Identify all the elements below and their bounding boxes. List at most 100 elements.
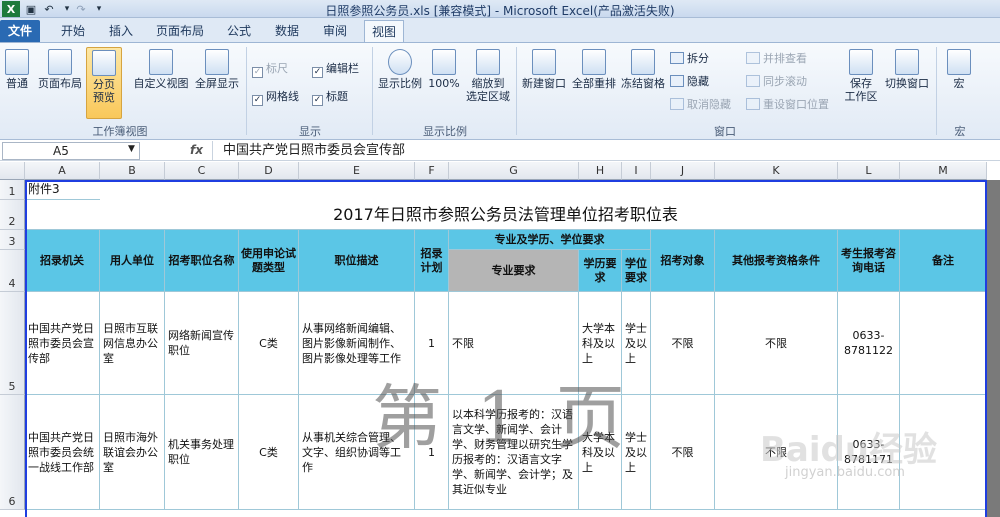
tab-2[interactable]: 插入 — [104, 20, 138, 42]
cell-target[interactable]: 不限 — [651, 395, 715, 510]
column-header[interactable]: D — [239, 162, 299, 180]
reset-window-position-button[interactable]: 重设窗口位置 — [746, 97, 829, 113]
cell-degree[interactable]: 学士及以上 — [622, 395, 651, 510]
header-position[interactable]: 招考职位名称 — [165, 230, 239, 292]
tab-6[interactable]: 审阅 — [318, 20, 352, 42]
cell-other-conditions[interactable]: 不限 — [715, 395, 838, 510]
custom-views-button[interactable]: 自定义视图 — [132, 49, 190, 90]
header-agency[interactable]: 招录机关 — [25, 230, 100, 292]
split-button[interactable]: 拆分 — [670, 51, 709, 67]
cell-position[interactable]: 机关事务处理职位 — [165, 395, 239, 510]
cell-exam-type[interactable]: C类 — [239, 292, 299, 395]
column-header[interactable]: G — [449, 162, 579, 180]
hide-button[interactable]: 隐藏 — [670, 74, 709, 90]
header-description[interactable]: 职位描述 — [299, 230, 415, 292]
tab-5[interactable]: 数据 — [270, 20, 304, 42]
row-header[interactable]: 1 — [0, 180, 25, 200]
zoom-button[interactable]: 显示比例 — [376, 49, 424, 90]
normal-view-button[interactable]: 普通 — [2, 49, 32, 90]
cell-other-conditions[interactable]: 不限 — [715, 292, 838, 395]
zoom-100-button[interactable]: 100% — [428, 49, 460, 90]
cell-education[interactable]: 大学本科及以上 — [579, 292, 622, 395]
name-box[interactable]: A5 — [2, 142, 140, 160]
tab-7[interactable]: 视图 — [364, 20, 404, 42]
row-header[interactable]: 5 — [0, 292, 25, 395]
headings-checkbox[interactable]: ✓ 标题 — [312, 89, 348, 106]
save-workspace-button[interactable]: 保存 工作区 — [842, 49, 880, 103]
freeze-panes-button[interactable]: 冻结窗格 — [620, 49, 666, 90]
insert-function-icon[interactable]: fx — [190, 143, 203, 157]
cell-target[interactable]: 不限 — [651, 292, 715, 395]
row-header[interactable]: 3 — [0, 230, 25, 250]
column-header[interactable]: B — [100, 162, 165, 180]
macros-button[interactable]: 宏 — [942, 49, 976, 90]
column-header[interactable]: H — [579, 162, 622, 180]
cell-phone[interactable]: 0633-8781122 — [838, 292, 900, 395]
header-major[interactable]: 专业要求 — [449, 250, 579, 292]
select-all-corner[interactable] — [0, 162, 25, 180]
header-target[interactable]: 招考对象 — [651, 230, 715, 292]
cell-agency[interactable]: 中国共产党日照市委员会统一战线工作部 — [25, 395, 100, 510]
column-header[interactable]: E — [299, 162, 415, 180]
switch-windows-button[interactable]: 切换窗口 — [882, 49, 932, 90]
cell-major[interactable]: 以本科学历报考的：汉语言文学、新闻学、会计学、财务管理以研究生学历报考的：汉语言… — [449, 395, 579, 510]
cell-degree[interactable]: 学士及以上 — [622, 292, 651, 395]
sync-scroll-button[interactable]: 同步滚动 — [746, 74, 807, 90]
sheet-title[interactable]: 2017年日照市参照公务员法管理单位招考职位表 — [25, 200, 987, 230]
column-header[interactable]: F — [415, 162, 449, 180]
header-phone[interactable]: 考生报考咨询电话 — [838, 230, 900, 292]
header-other-conditions[interactable]: 其他报考资格条件 — [715, 230, 838, 292]
page-break-preview-button[interactable]: 分页 预览 — [86, 47, 122, 119]
row-header[interactable]: 2 — [0, 200, 25, 230]
gridlines-checkbox[interactable]: ✓ 网格线 — [252, 89, 299, 106]
cell-description[interactable]: 从事网络新闻编辑、图片影像新闻制作、图片影像处理等工作 — [299, 292, 415, 395]
formula-bar-checkbox[interactable]: ✓ 编辑栏 — [312, 61, 359, 78]
arrange-all-button[interactable]: 全部重排 — [570, 49, 618, 90]
cell-major[interactable]: 不限 — [449, 292, 579, 395]
cell-phone[interactable]: 0633-8781171 — [838, 395, 900, 510]
cell-notes[interactable] — [900, 292, 987, 395]
cell-agency[interactable]: 中国共产党日照市委员会宣传部 — [25, 292, 100, 395]
column-header[interactable]: L — [838, 162, 900, 180]
ribbon-tabs: 文件 开始 插入 页面布局 公式 数据 审阅 视图 — [0, 18, 1000, 42]
column-header[interactable]: C — [165, 162, 239, 180]
column-header[interactable]: A — [25, 162, 100, 180]
cell-position[interactable]: 网络新闻宣传职位 — [165, 292, 239, 395]
cell-education[interactable]: 大学本科及以上 — [579, 395, 622, 510]
formula-input[interactable]: 中国共产党日照市委员会宣传部 — [212, 141, 1000, 160]
header-exam-type[interactable]: 使用申论试题类型 — [239, 230, 299, 292]
header-plan[interactable]: 招录计划 — [415, 230, 449, 292]
name-box-dropdown-icon[interactable]: ▼ — [128, 144, 135, 154]
view-side-by-side-button[interactable]: 并排查看 — [746, 51, 807, 67]
row-header[interactable]: 4 — [0, 250, 25, 292]
tab-0[interactable]: 文件 — [0, 20, 40, 42]
tab-3[interactable]: 页面布局 — [152, 20, 208, 42]
header-degree[interactable]: 学位要求 — [622, 250, 651, 292]
cell-notes[interactable] — [900, 395, 987, 510]
column-header[interactable]: J — [651, 162, 715, 180]
cell-plan[interactable]: 1 — [415, 395, 449, 510]
cell-unit[interactable]: 日照市互联网信息办公室 — [100, 292, 165, 395]
row-header[interactable]: 6 — [0, 395, 25, 510]
header-education[interactable]: 学历要求 — [579, 250, 622, 292]
cell-plan[interactable]: 1 — [415, 292, 449, 395]
ruler-checkbox[interactable]: ✓ 标尺 — [252, 61, 288, 78]
full-screen-button[interactable]: 全屏显示 — [192, 49, 242, 90]
new-window-button[interactable]: 新建窗口 — [520, 49, 568, 90]
header-notes[interactable]: 备注 — [900, 230, 987, 292]
cell-a1[interactable]: 附件3 — [25, 180, 100, 200]
column-header[interactable]: I — [622, 162, 651, 180]
tab-1[interactable]: 开始 — [56, 20, 90, 42]
column-header[interactable]: M — [900, 162, 987, 180]
header-unit[interactable]: 用人单位 — [100, 230, 165, 292]
page-layout-button[interactable]: 页面布局 — [36, 49, 84, 90]
cell-description[interactable]: 从事机关综合管理、文字、组织协调等工作 — [299, 395, 415, 510]
cell-unit[interactable]: 日照市海外联谊会办公室 — [100, 395, 165, 510]
tab-4[interactable]: 公式 — [222, 20, 256, 42]
column-header[interactable]: K — [715, 162, 838, 180]
zoom-to-selection-button[interactable]: 缩放到 选定区域 — [462, 49, 514, 103]
cell-exam-type[interactable]: C类 — [239, 395, 299, 510]
unhide-button[interactable]: 取消隐藏 — [670, 97, 731, 113]
freeze-panes-icon — [631, 49, 655, 75]
header-requirements-group[interactable]: 专业及学历、学位要求 — [449, 230, 651, 250]
